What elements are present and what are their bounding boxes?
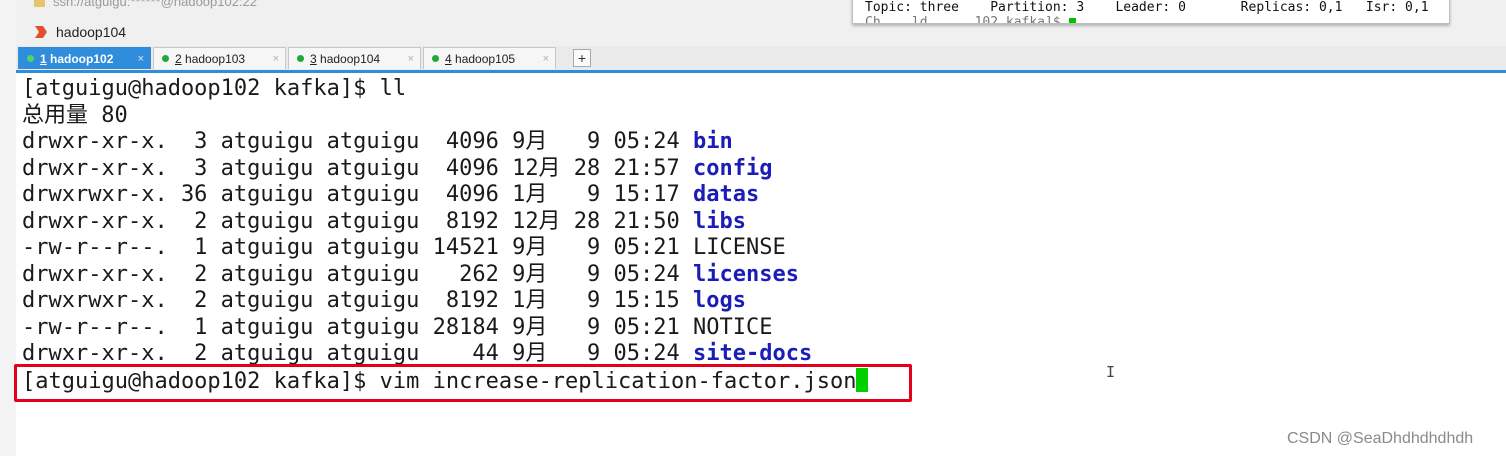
listing-row-meta: drwxr-xr-x. 3 atguigu atguigu 4096 12月 2…	[22, 155, 694, 181]
tab-hadoop105[interactable]: 4 hadoop105 ×	[423, 47, 556, 69]
close-icon[interactable]: ×	[138, 48, 144, 70]
command-highlight-box	[14, 364, 912, 402]
popup-line-2-text: Ch ld 102 kafka]$	[865, 15, 1069, 24]
listing-row-meta: drwxrwxr-x. 2 atguigu atguigu 8192 1月 9 …	[22, 288, 694, 313]
xshell-logo-icon	[35, 26, 47, 38]
listing-row-meta: drwxr-xr-x. 2 atguigu atguigu 262 9月 9 0…	[22, 261, 694, 287]
tab-label: hadoop103	[181, 52, 246, 66]
terminal-line-total: 总用量 80	[22, 102, 128, 128]
listing-row: -rw-r--r--. 1 atguigu atguigu 28184 9月 9…	[22, 315, 773, 341]
file-name: LICENSE	[693, 235, 786, 260]
tab-hadoop104[interactable]: 3 hadoop104 ×	[288, 47, 421, 69]
shell-prompt: [atguigu@hadoop102 kafka]$	[22, 76, 380, 101]
directory-name: datas	[693, 182, 760, 207]
tab-number: 1	[40, 52, 47, 66]
listing-row-meta: drwxrwxr-x. 36 atguigu atguigu 4096 1月 9…	[22, 182, 694, 207]
listing-row: drwxr-xr-x. 2 atguigu atguigu 262 9月 9 0…	[22, 262, 799, 288]
listing-row-meta: -rw-r--r--. 1 atguigu atguigu 14521 9月 9…	[22, 235, 694, 260]
session-name: hadoop104	[56, 24, 127, 40]
listing-row: drwxr-xr-x. 3 atguigu atguigu 4096 12月 2…	[22, 156, 773, 182]
tab-number: 4	[445, 52, 452, 66]
directory-name: site-docs	[693, 341, 813, 366]
directory-name: bin	[693, 129, 733, 154]
file-name: NOTICE	[693, 314, 773, 340]
folder-icon	[34, 0, 45, 8]
popup-line-1: Topic: three Partition: 3 Leader: 0 Repl…	[865, 0, 1429, 15]
listing-row: drwxr-xr-x. 3 atguigu atguigu 4096 9月 9 …	[22, 129, 733, 155]
listing-row-meta: drwxr-xr-x. 3 atguigu atguigu 4096 9月 9 …	[22, 129, 694, 154]
add-tab-button[interactable]: +	[573, 49, 591, 67]
connected-status-icon	[297, 55, 304, 62]
ssh-address-text: ssh://atguigu:******@hadoop102:22	[53, 0, 258, 9]
tab-number: 3	[310, 52, 317, 66]
listing-row: -rw-r--r--. 1 atguigu atguigu 14521 9月 9…	[22, 235, 786, 261]
directory-name: config	[693, 155, 773, 181]
listing-row-meta: drwxr-xr-x. 2 atguigu atguigu 8192 12月 2…	[22, 208, 694, 234]
session-title[interactable]: hadoop104	[34, 24, 126, 40]
tab-number: 2	[175, 52, 182, 66]
close-icon[interactable]: ×	[273, 48, 279, 70]
connected-status-icon	[27, 55, 34, 62]
popup-cursor	[1068, 18, 1076, 23]
directory-name: libs	[693, 208, 746, 234]
overlay-terminal-snippet: Topic: three Partition: 3 Leader: 0 Repl…	[852, 0, 1450, 24]
terminal-line-command-ll: [atguigu@hadoop102 kafka]$ ll	[22, 76, 406, 102]
tab-hadoop103[interactable]: 2 hadoop103 ×	[153, 47, 286, 69]
directory-name: licenses	[693, 261, 799, 287]
close-icon[interactable]: ×	[408, 48, 414, 70]
session-tab-bar: 1 hadoop102 × 2 hadoop103 × 3 hadoop104 …	[16, 46, 1506, 73]
close-icon[interactable]: ×	[543, 48, 549, 70]
listing-row: drwxrwxr-x. 2 atguigu atguigu 8192 1月 9 …	[22, 288, 746, 314]
popup-line-2: Ch ld 102 kafka]$	[865, 15, 1076, 24]
tab-label: hadoop104	[316, 52, 381, 66]
listing-row-meta: drwxr-xr-x. 2 atguigu atguigu 44 9月 9 05…	[22, 341, 694, 366]
connected-status-icon	[162, 55, 169, 62]
tab-hadoop102[interactable]: 1 hadoop102 ×	[18, 47, 151, 69]
text-cursor-ibeam-icon: I	[1106, 363, 1116, 381]
ssh-address: ssh://atguigu:******@hadoop102:22	[34, 0, 257, 9]
listing-row: drwxr-xr-x. 2 atguigu atguigu 8192 12月 2…	[22, 209, 746, 235]
listing-row-meta: -rw-r--r--. 1 atguigu atguigu 28184 9月 9…	[22, 314, 694, 340]
shell-command: ll	[379, 76, 407, 101]
tab-label: hadoop105	[451, 52, 516, 66]
tab-label: hadoop102	[46, 52, 114, 66]
directory-name: logs	[693, 288, 746, 313]
connected-status-icon	[432, 55, 439, 62]
watermark: CSDN @SeaDhdhdhdhdh	[1287, 430, 1474, 447]
listing-row: drwxrwxr-x. 36 atguigu atguigu 4096 1月 9…	[22, 182, 759, 208]
